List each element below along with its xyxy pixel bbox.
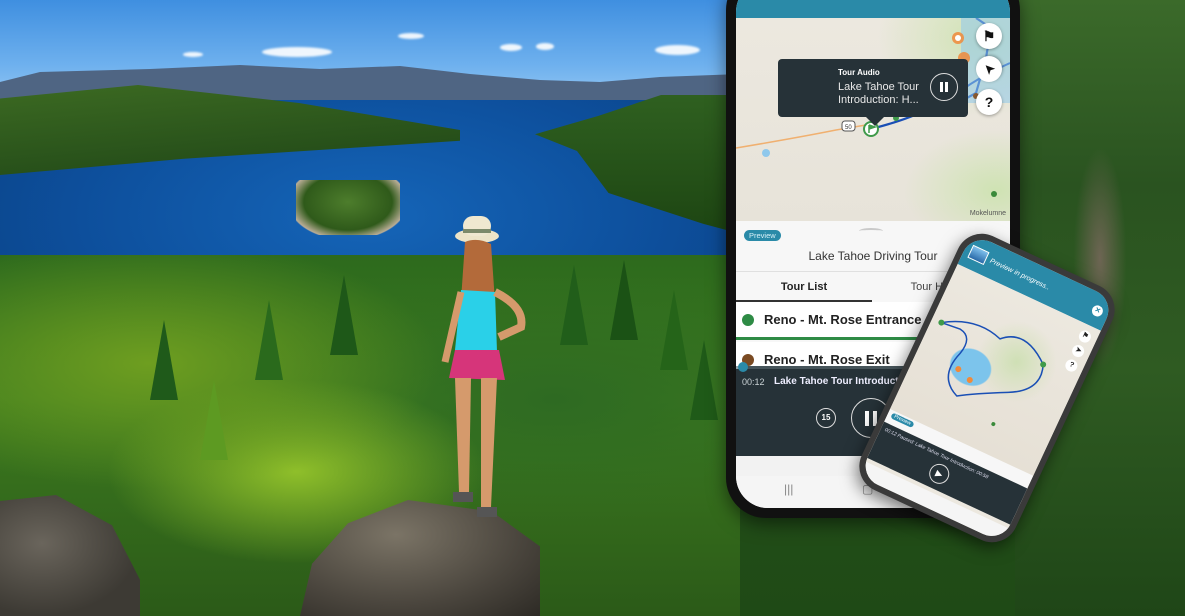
tab-tour-list[interactable]: Tour List — [736, 272, 872, 302]
popup-title: Lake Tahoe Tour Introduction: H... — [838, 81, 919, 106]
rewind-15-icon[interactable]: 15 — [816, 408, 836, 428]
stop-dot-icon — [742, 314, 754, 326]
island — [296, 180, 400, 235]
sheet-grabber-handle[interactable] — [859, 228, 883, 234]
progress-knob[interactable] — [738, 362, 748, 372]
stop-label: Reno - Mt. Rose Exit — [764, 352, 890, 367]
elapsed-time: 00:12 — [742, 377, 765, 387]
track-title: Lake Tahoe Tour Introduction — [774, 376, 914, 387]
map-place-label: Mokelumne — [969, 210, 1006, 217]
help-icon[interactable]: ? — [976, 89, 1002, 115]
tour-thumbnail — [967, 244, 990, 266]
close-icon[interactable]: ✕ — [1090, 303, 1105, 319]
flag-icon[interactable]: ⚑ — [976, 23, 1002, 49]
stop-label: Reno - Mt. Rose Entrance — [764, 312, 922, 327]
route-50-shield: 50 — [845, 125, 852, 131]
tour-map[interactable]: 50 Tour Audio Lake Tahoe Tour Introducti… — [736, 18, 1010, 221]
preview-badge: Preview — [744, 230, 781, 241]
app-top-bar — [736, 0, 1010, 18]
recent-apps-icon[interactable]: ||| — [784, 482, 793, 496]
hiker — [441, 216, 526, 517]
play-button[interactable]: ▶ — [925, 460, 953, 488]
tour-audio-popup[interactable]: Tour Audio Lake Tahoe Tour Introduction:… — [778, 59, 968, 126]
pause-icon[interactable] — [930, 73, 958, 101]
popup-label: Tour Audio — [838, 68, 880, 77]
